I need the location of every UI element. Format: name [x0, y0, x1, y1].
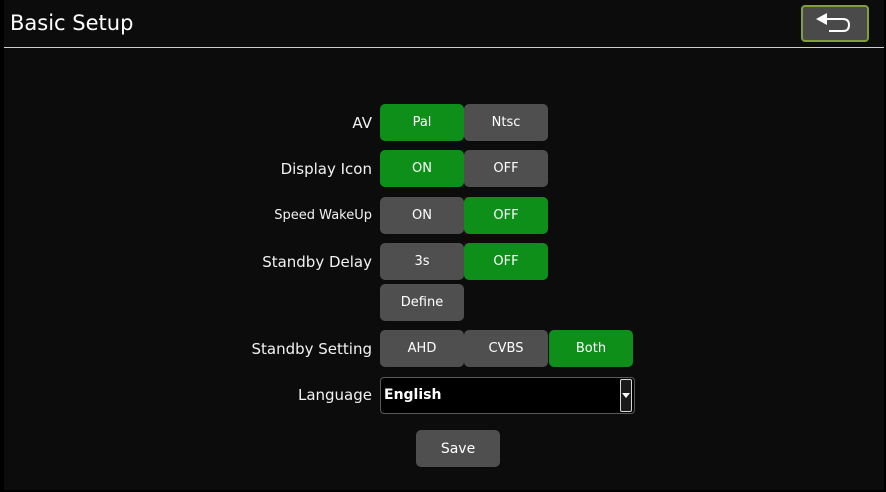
av-ntsc-button[interactable]: Ntsc [464, 104, 548, 141]
standby-delay-define-button[interactable]: Define [380, 284, 464, 321]
standby-setting-ahd-button[interactable]: AHD [380, 330, 464, 367]
screen: Basic Setup AV Pal Ntsc Display Icon ON … [0, 0, 886, 492]
standby-delay-label: Standby Delay [262, 253, 372, 271]
settings-panel: AV Pal Ntsc Display Icon ON OFF Speed Wa… [4, 48, 884, 490]
language-label: Language [297, 386, 372, 404]
back-button[interactable] [801, 5, 869, 42]
header-bar: Basic Setup [4, 0, 884, 48]
display-icon-off-button[interactable]: OFF [464, 150, 548, 187]
display-icon-on-button[interactable]: ON [380, 150, 464, 187]
page-title: Basic Setup [10, 11, 134, 35]
back-arrow-icon [816, 12, 851, 32]
save-button[interactable]: Save [416, 430, 500, 467]
standby-delay-off-button[interactable]: OFF [464, 243, 548, 280]
standby-setting-both-button[interactable]: Both [549, 330, 633, 367]
chevron-down-icon[interactable] [620, 379, 632, 412]
speed-wakeup-off-button[interactable]: OFF [464, 197, 548, 234]
standby-setting-label: Standby Setting [251, 340, 373, 358]
av-label: AV [352, 114, 372, 132]
speed-wakeup-label: Speed WakeUp [274, 208, 372, 223]
speed-wakeup-on-button[interactable]: ON [380, 197, 464, 234]
display-icon-label: Display Icon [280, 160, 372, 178]
language-value: English [384, 387, 442, 403]
av-pal-button[interactable]: Pal [380, 104, 464, 141]
language-select[interactable]: English [380, 377, 635, 414]
standby-delay-3s-button[interactable]: 3s [380, 243, 464, 280]
standby-setting-cvbs-button[interactable]: CVBS [464, 330, 548, 367]
